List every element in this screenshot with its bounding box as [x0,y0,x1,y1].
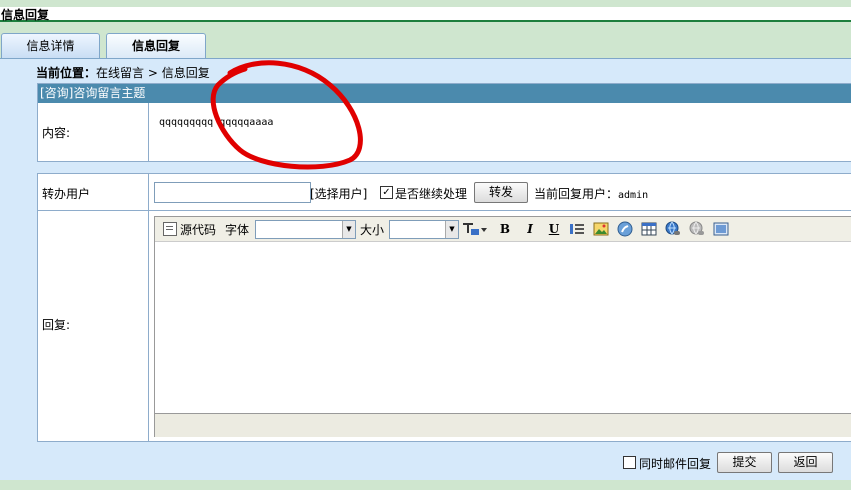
rich-text-editor: 源代码 字体 ▼ 大小 ▼ B I U [154,216,851,437]
reply-label-cell: 回复: [38,211,149,441]
reply-row: 回复: 源代码 字体 ▼ 大小 ▼ B I U [38,211,851,441]
text-color-icon[interactable] [462,221,488,237]
editor-content-area[interactable] [155,242,851,412]
forward-button[interactable]: 转发 [474,182,528,203]
bold-icon[interactable]: B [497,221,513,237]
chevron-down-icon[interactable]: ▼ [445,221,458,238]
size-select[interactable]: ▼ [389,220,459,239]
editor-toolbar: 源代码 字体 ▼ 大小 ▼ B I U [155,217,851,242]
current-user-label: 当前回复用户： [534,187,619,201]
horizontal-rule-icon[interactable] [569,221,585,237]
reply-label: 回复: [42,318,71,332]
tab-info-reply[interactable]: 信息回复 [106,33,206,58]
continue-checkbox[interactable]: ✓ [380,186,393,199]
unlink-icon[interactable] [689,221,705,237]
fullscreen-icon[interactable] [713,221,729,237]
table-icon[interactable] [641,221,657,237]
editor-statusbar [155,413,851,437]
forward-label: 转办用户 [42,187,91,201]
link-icon[interactable] [665,221,681,237]
underline-icon[interactable]: U [546,221,562,237]
breadcrumb: 当前位置：在线留言 > 信息回复 [36,64,210,81]
image-icon[interactable] [593,221,609,237]
source-code-icon[interactable] [163,222,177,236]
chevron-down-icon[interactable]: ▼ [342,221,355,238]
submit-button[interactable]: 提交 [717,452,772,473]
font-select[interactable]: ▼ [255,220,356,239]
bottom-strip [0,480,851,490]
current-user: 当前回复用户：admin [534,185,648,202]
email-reply-checkbox[interactable] [623,456,636,469]
select-user-link[interactable]: [选择用户] [310,185,367,202]
continue-label: 是否继续处理 [395,187,468,201]
italic-icon[interactable]: I [522,221,538,237]
current-user-name: admin [618,190,649,201]
message-box: [咨询]咨询留言主题 内容: qqqqqqqqq qqqqqaaaa [37,83,851,162]
back-button[interactable]: 返回 [778,452,833,473]
forward-user-input[interactable] [154,182,311,203]
main-panel: 当前位置：在线留言 > 信息回复 [咨询]咨询留言主题 内容: qqqqqqqq… [0,58,851,481]
message-content: qqqqqqqqq qqqqqaaaa [159,117,274,128]
content-label-cell: 内容: [38,103,149,161]
breadcrumb-path: 在线留言 > 信息回复 [96,66,210,80]
source-code-button[interactable]: 源代码 [180,221,216,238]
font-label: 字体 [225,223,250,237]
breadcrumb-prefix: 当前位置： [36,66,97,80]
forward-row: 转办用户 [选择用户] ✓ 是否继续处理 转发 当前回复用户：admin [38,174,851,211]
tab-bar: 信息详情 信息回复 [0,22,851,58]
message-subject: [咨询]咨询留言主题 [38,84,851,103]
forward-label-cell: 转办用户 [38,174,149,210]
flash-icon[interactable] [617,221,633,237]
top-strip [0,0,851,7]
reply-form: 转办用户 [选择用户] ✓ 是否继续处理 转发 当前回复用户：admin 回复:… [37,173,851,442]
email-reply-label: 同时邮件回复 [639,457,712,471]
page-titlebar: 信息回复 [0,7,851,22]
tab-info-detail[interactable]: 信息详情 [1,33,100,58]
content-label: 内容: [42,126,71,140]
page-title: 信息回复 [1,8,50,22]
size-label: 大小 [360,223,385,237]
